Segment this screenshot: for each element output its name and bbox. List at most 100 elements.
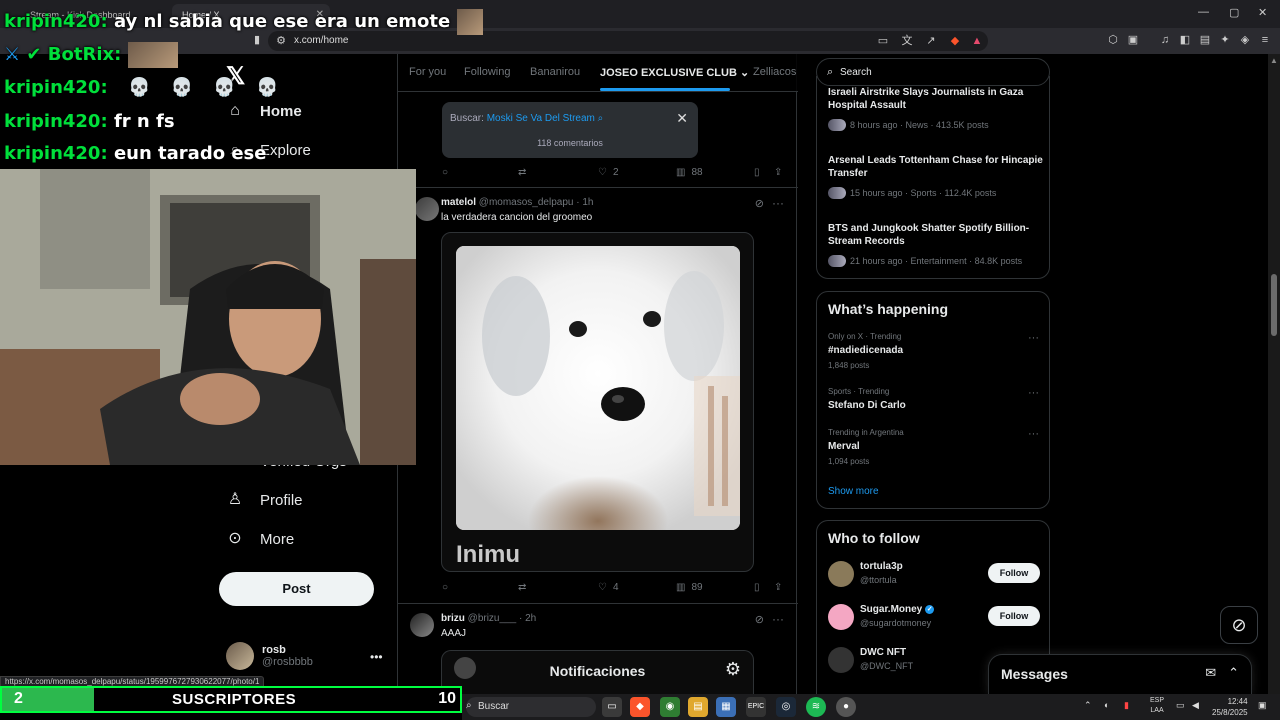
grok-button[interactable]: ⊘ [1220, 606, 1258, 644]
bookmark-button[interactable]: ▯ [754, 582, 760, 593]
reply-button[interactable]: ○ [442, 582, 448, 593]
dog-image[interactable] [456, 246, 740, 530]
wallet-icon[interactable]: ▤ [1198, 33, 1212, 47]
more-icon[interactable]: ··· [772, 612, 784, 626]
bookmark-icon[interactable]: ▮ [250, 33, 264, 47]
search-suggestion-popup[interactable]: Buscar: Moski Se Va Del Stream ⌕ ✕ 118 c… [442, 102, 698, 158]
search-suggestion[interactable]: Buscar: Moski Se Va Del Stream ⌕ [450, 113, 603, 124]
follow-button[interactable]: Follow [988, 563, 1040, 583]
views-button[interactable]: ▥ 89 [676, 582, 703, 593]
account-switcher[interactable]: rosb @rosbbbb [226, 642, 313, 670]
nav-more[interactable]: ⊙ More [226, 530, 294, 548]
follow-suggestion[interactable]: tortula3p @ttortula Follow [828, 559, 1040, 589]
more-icon[interactable]: ••• [370, 650, 383, 664]
tab-joseo-exclusive-club[interactable]: JOSEO EXCLUSIVE CLUB ⌄ [600, 66, 749, 79]
keyboard-layout: LAA [1150, 707, 1164, 714]
author-name[interactable]: matelol [441, 197, 476, 208]
avatar[interactable] [410, 613, 434, 637]
chrome-icon[interactable]: ◉ [660, 697, 680, 717]
more-icon[interactable]: ··· [1028, 332, 1039, 344]
like-button[interactable]: ♡ 2 [598, 167, 619, 178]
obs-icon[interactable]: ● [836, 697, 856, 717]
notification-icon[interactable]: ▣ [1258, 700, 1267, 711]
more-icon[interactable]: ··· [1028, 428, 1039, 440]
tab-zelliacos[interactable]: Zelliacos [753, 66, 796, 78]
tab-following[interactable]: Following [464, 66, 510, 78]
sidebar-icon[interactable]: ◧ [1178, 33, 1192, 47]
author-name[interactable]: brizu [441, 613, 465, 624]
nav-label: Home [260, 102, 302, 120]
views-button[interactable]: ▥ 88 [676, 167, 703, 178]
store-icon[interactable]: ▦ [716, 697, 736, 717]
retweet-icon: ⇄ [518, 167, 527, 178]
like-button[interactable]: ♡ 4 [598, 582, 619, 593]
follow-button[interactable]: Follow [988, 606, 1040, 626]
nav-home[interactable]: ⌂ Home [226, 102, 302, 120]
network-icon[interactable]: ▭ [1176, 700, 1185, 711]
brave-shield-icon[interactable]: ◆ [948, 34, 962, 48]
clock[interactable]: 12:44 25/8/2025 [1212, 696, 1248, 718]
avatar[interactable] [415, 197, 439, 221]
tab-for-you[interactable]: For you [409, 66, 446, 78]
site-info-icon[interactable]: ⚙ [274, 34, 288, 48]
media-card[interactable]: Inimu [441, 232, 754, 572]
more-icon[interactable]: ··· [772, 196, 784, 210]
spotify-icon[interactable]: ≋ [806, 697, 826, 717]
epic-games-icon[interactable]: EPIC [746, 697, 766, 717]
news-title[interactable]: Israeli Airstrike Slays Journalists in G… [828, 86, 1043, 112]
retweet-button[interactable]: ⇄ [518, 582, 526, 593]
vpn-icon[interactable]: ◈ [1238, 33, 1252, 47]
menu-icon[interactable]: ≡ [1258, 33, 1272, 47]
bookmark-button[interactable]: ▯ [754, 167, 760, 178]
share-button[interactable]: ⇪ [774, 582, 782, 593]
more-icon[interactable]: ··· [1028, 387, 1039, 399]
show-more-link[interactable]: Show more [828, 486, 879, 497]
extensions-icon[interactable]: ⬡ [1106, 33, 1120, 47]
tweet-time[interactable]: · 2h [519, 613, 536, 624]
post-button[interactable]: Post [219, 572, 374, 606]
new-message-icon[interactable]: ✉ [1205, 665, 1216, 681]
brave-browser-icon[interactable]: ◆ [630, 697, 650, 717]
messages-drawer[interactable]: Messages ✉ ⌃ [988, 654, 1252, 694]
brave-rewards-icon[interactable]: ▲ [970, 34, 984, 48]
volume-icon[interactable]: ◀ [1192, 700, 1199, 711]
maximize-icon[interactable]: ▢ [1229, 6, 1239, 19]
nav-profile[interactable]: ♙ Profile [226, 491, 303, 509]
embedded-screenshot[interactable]: Notificaciones ⚙ [441, 650, 754, 694]
translate-icon[interactable]: 文 [900, 34, 914, 48]
close-icon[interactable]: ✕ [676, 110, 688, 127]
grok-icon[interactable]: ⊘ [755, 197, 764, 210]
microphone-icon[interactable]: ▮ [1124, 700, 1129, 711]
discord-tray-icon[interactable]: ◐ [1104, 700, 1109, 710]
media-icon[interactable]: ♫ [1158, 33, 1172, 47]
search-query-link[interactable]: Moski Se Va Del Stream [487, 113, 595, 124]
language-indicator[interactable]: ESP LAA [1150, 696, 1164, 716]
share-icon[interactable]: ↗ [924, 34, 938, 48]
grok-icon[interactable]: ⊘ [755, 613, 764, 626]
tray-expand-icon[interactable]: ⌃ [1084, 700, 1092, 711]
retweet-button[interactable]: ⇄ [518, 167, 526, 178]
author-handle[interactable]: @momasos_delpapu [479, 197, 574, 208]
file-explorer-icon[interactable]: ▤ [688, 697, 708, 717]
news-title[interactable]: Arsenal Leads Tottenham Chase for Hincap… [828, 154, 1043, 180]
task-view-icon[interactable]: ▭ [602, 697, 622, 717]
tab-search-icon[interactable]: ▣ [1126, 33, 1140, 47]
tweet-time[interactable]: · 1h [576, 197, 593, 208]
reply-button[interactable]: ○ [442, 167, 448, 178]
window-close-icon[interactable]: ✕ [1258, 6, 1267, 19]
taskbar-search[interactable]: ⌕ Buscar [466, 697, 596, 717]
leo-ai-icon[interactable]: ✦ [1218, 33, 1232, 47]
scrollbar[interactable]: ▲ [1268, 54, 1280, 694]
news-title[interactable]: BTS and Jungkook Shatter Spotify Billion… [828, 222, 1043, 248]
scroll-up-icon[interactable]: ▲ [1270, 56, 1278, 65]
tab-bananirou[interactable]: Bananirou [530, 66, 580, 78]
share-button[interactable]: ⇪ [774, 167, 782, 178]
chevron-up-icon[interactable]: ⌃ [1228, 665, 1239, 681]
install-icon[interactable]: ▭ [876, 34, 890, 48]
minimize-icon[interactable]: — [1198, 6, 1209, 18]
scrollbar-thumb[interactable] [1271, 274, 1277, 336]
author-handle[interactable]: @brizu___ [468, 613, 517, 624]
steam-icon[interactable]: ◎ [776, 697, 796, 717]
chat-username: kripin420: [4, 143, 108, 164]
follow-suggestion[interactable]: Sugar.Money ✓ @sugardotmoney Follow [828, 602, 1040, 632]
